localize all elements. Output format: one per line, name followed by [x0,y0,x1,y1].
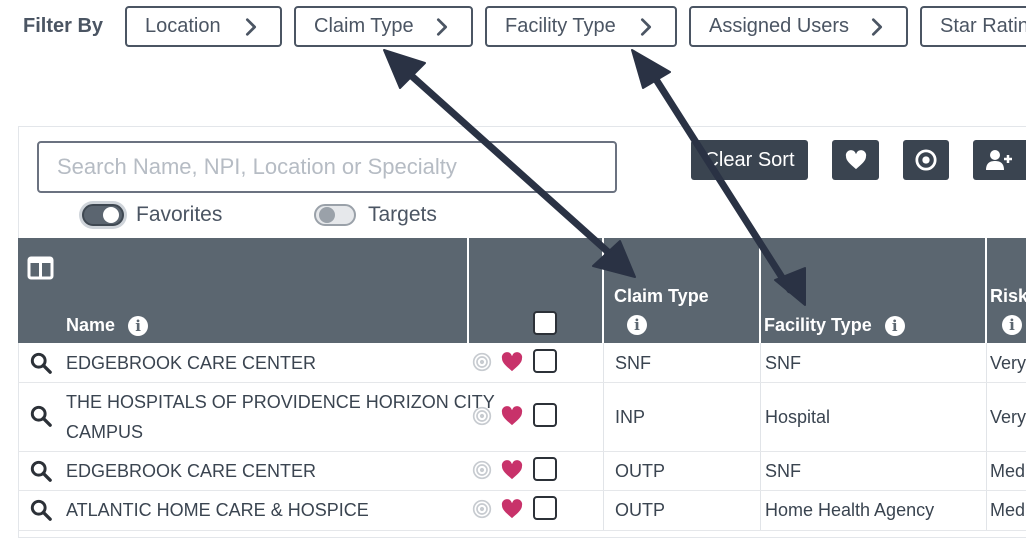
columns-icon[interactable] [27,256,54,280]
header-divider [467,238,469,343]
row-facility-type: SNF [765,461,801,481]
row-name-continued: CAMPUS [66,422,144,442]
toggle-knob [103,207,119,223]
filter-by-label: Filter By [23,15,104,37]
row-facility-type: Hospital [765,407,831,427]
info-icon[interactable]: i [1002,315,1022,335]
search-icon[interactable] [30,352,52,374]
target-icon[interactable] [472,352,492,372]
add-user-icon [986,150,1012,170]
column-name-label: Name [66,315,116,335]
column-facility-type-label: Facility Type [764,315,872,335]
row-facility-type: SNF [765,353,801,373]
search-icon[interactable] [30,405,52,427]
search-icon[interactable] [30,499,52,521]
filter-assigned-users-label: Assigned Users [709,15,850,37]
targets-toggle[interactable] [314,204,356,226]
filter-location-button[interactable]: Location [125,6,282,47]
row-claim-type: OUTP [615,461,666,481]
row-risk: Very [990,407,1026,427]
info-icon[interactable]: i [884,316,905,337]
row-claim-type: SNF [615,353,651,373]
header-divider [759,238,761,343]
row-risk: Medi [990,461,1026,481]
filter-assigned-users-button[interactable]: Assigned Users [689,6,908,47]
filter-location-label: Location [145,15,221,37]
favorites-filter-button[interactable] [832,140,879,180]
column-facility-type-header[interactable]: Facility Type i [764,315,905,337]
row-claim-type: OUTP [615,500,666,520]
chevron-right-icon [640,17,652,36]
target-icon [915,149,937,171]
row-name: ATLANTIC HOME CARE & HOSPICE [66,500,369,520]
heart-icon [845,150,866,170]
arrowhead-icon [383,49,426,89]
clear-sort-button[interactable]: Clear Sort [691,140,808,180]
header-divider [602,238,604,343]
row-checkbox[interactable] [533,457,557,481]
filter-facility-type-label: Facility Type [505,15,616,37]
assign-user-button[interactable] [973,140,1026,180]
heart-icon[interactable] [501,352,523,372]
chevron-right-icon [245,17,257,36]
filter-star-rating-button[interactable]: Star Ratin [920,6,1026,47]
row-checkbox[interactable] [533,349,557,373]
column-claim-type-header[interactable]: Claim Type [614,286,709,307]
favorites-toggle[interactable] [82,204,124,226]
chevron-right-icon [871,17,883,36]
row-risk: Very [990,353,1026,373]
row-name: EDGEBROOK CARE CENTER [66,353,317,373]
header-divider [985,238,987,343]
targets-label: Targets [368,203,437,226]
row-name: EDGEBROOK CARE CENTER [66,461,317,481]
search-input[interactable] [37,141,617,193]
row-claim-type: INP [615,407,646,427]
heart-icon[interactable] [501,499,523,519]
column-risk-label: Risk [990,286,1026,306]
column-risk-header[interactable]: Risk [990,286,1026,307]
column-name-header[interactable]: Name i [66,315,149,337]
target-icon[interactable] [472,499,492,519]
info-icon[interactable]: i [128,316,149,337]
column-claim-type-label: Claim Type [614,286,709,306]
targets-filter-button[interactable] [903,140,949,180]
favorites-label: Favorites [136,203,223,226]
filter-facility-type-button[interactable]: Facility Type [485,6,677,47]
heart-icon[interactable] [501,460,523,480]
row-checkbox[interactable] [533,403,557,427]
row-name: THE HOSPITALS OF PROVIDENCE HORIZON CITY [66,392,495,412]
search-icon[interactable] [30,460,52,482]
row-checkbox[interactable] [533,496,557,520]
arrowhead-icon [631,49,671,89]
target-icon[interactable] [472,406,492,426]
row-facility-type: Home Health Agency [765,500,935,520]
row-risk: Medi [990,500,1026,520]
info-icon[interactable]: i [627,315,647,335]
filter-star-rating-label: Star Ratin [940,15,1026,37]
filter-claim-type-button[interactable]: Claim Type [294,6,473,47]
select-all-checkbox[interactable] [533,311,557,335]
target-icon[interactable] [472,460,492,480]
chevron-right-icon [436,17,448,36]
toggle-knob [319,207,335,223]
filter-claim-type-label: Claim Type [314,15,414,37]
heart-icon[interactable] [501,406,523,426]
